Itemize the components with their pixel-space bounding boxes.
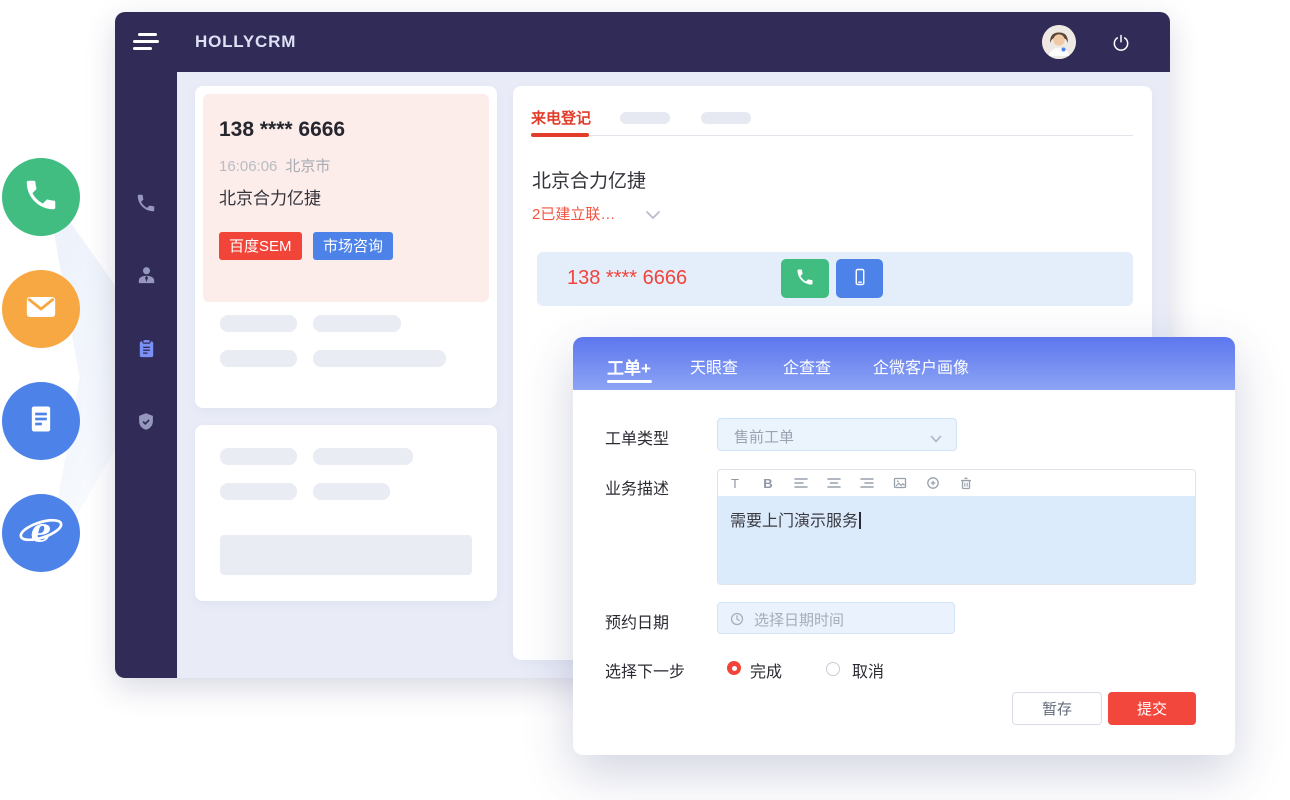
date-placeholder: 选择日期时间 [754, 609, 844, 630]
register-company: 北京合力亿捷 [532, 166, 646, 193]
register-phone-number: 138 **** 6666 [567, 267, 687, 290]
clipboard-icon [135, 337, 158, 365]
call-icon [795, 267, 815, 290]
incoming-call-card: 138 **** 6666 16:06:06 北京市 北京合力亿捷 百度SEM 市… [195, 86, 497, 408]
field-label-type: 工单类型 [605, 425, 669, 449]
clock-icon [730, 612, 744, 631]
radio-cancel-label[interactable]: 取消 [852, 658, 884, 682]
phone-action-bar: 138 **** 6666 [537, 252, 1133, 306]
call-city: 北京市 [285, 158, 330, 175]
save-draft-button[interactable]: 暂存 [1012, 692, 1102, 725]
radio-complete-label[interactable]: 完成 [750, 658, 782, 682]
workorder-popup: 工单+ 天眼查 企查查 企微客户画像 工单类型 售前工单 业务描述 T B [573, 337, 1235, 755]
divider [531, 135, 1133, 136]
call-meta: 16:06:06 北京市 [219, 155, 473, 176]
tab-tianyancha[interactable]: 天眼查 [690, 354, 738, 378]
field-label-desc: 业务描述 [605, 475, 669, 499]
placeholder-bar [313, 350, 446, 367]
active-tab-underline [531, 133, 589, 137]
placeholder-bar [313, 315, 401, 332]
editor-toolbar: T B [718, 470, 1195, 496]
submit-button[interactable]: 提交 [1108, 692, 1196, 725]
relation-status[interactable]: 2已建立联… [532, 203, 615, 224]
radio-cancel[interactable] [826, 662, 840, 676]
placeholder-bar [220, 350, 297, 367]
chevron-down-icon [930, 431, 942, 449]
active-tab-underline [607, 380, 652, 383]
caller-number: 138 **** 6666 [219, 118, 473, 142]
description-textarea[interactable]: 需要上门演示服务 [718, 496, 1195, 585]
app-title: HOLLYCRM [195, 32, 296, 52]
secondary-card [195, 425, 497, 601]
phone-icon [22, 176, 60, 219]
topbar: HOLLYCRM [115, 12, 1170, 72]
align-left-icon[interactable] [794, 476, 808, 490]
placeholder-bar [220, 448, 297, 465]
sidebar-item-security[interactable] [115, 404, 177, 444]
image-icon[interactable] [893, 476, 907, 490]
placeholder-bar [220, 315, 297, 332]
workorder-type-select[interactable]: 售前工单 [717, 418, 957, 451]
mail-icon [21, 287, 61, 332]
mobile-call-button[interactable] [836, 259, 883, 298]
zoom-in-icon[interactable] [926, 476, 940, 490]
text-cursor [859, 512, 861, 529]
chevron-down-icon[interactable] [645, 207, 661, 225]
tag-baidu-sem: 百度SEM [219, 232, 302, 260]
align-center-icon[interactable] [827, 476, 841, 490]
svg-text:e: e [31, 510, 52, 549]
field-label-date: 预约日期 [605, 609, 669, 633]
placeholder-block [220, 535, 472, 575]
tab-qichacha[interactable]: 企查查 [783, 354, 831, 378]
launcher-browser-button[interactable]: e [2, 494, 80, 572]
tab-placeholder[interactable] [620, 112, 670, 124]
phone-icon [135, 192, 157, 219]
tab-wecom-profile[interactable]: 企微客户画像 [873, 354, 969, 378]
placeholder-bar [313, 483, 390, 500]
call-button[interactable] [781, 259, 829, 298]
field-label-next-step: 选择下一步 [605, 658, 685, 682]
contacts-icon [135, 264, 158, 292]
tag-list: 百度SEM 市场咨询 [219, 232, 473, 260]
ie-browser-icon: e [18, 508, 64, 559]
trash-icon[interactable] [959, 476, 973, 490]
call-info-panel: 138 **** 6666 16:06:06 北京市 北京合力亿捷 百度SEM 市… [203, 94, 489, 302]
popup-header: 工单+ 天眼查 企查查 企微客户画像 [573, 337, 1235, 390]
caller-company: 北京合力亿捷 [219, 184, 473, 209]
align-right-icon[interactable] [860, 476, 874, 490]
workorder-type-value: 售前工单 [734, 426, 794, 447]
launcher-form-button[interactable] [2, 382, 80, 460]
call-time: 16:06:06 [219, 158, 277, 175]
placeholder-bar [220, 483, 297, 500]
document-icon [21, 399, 61, 444]
radio-complete[interactable] [727, 661, 741, 675]
description-text: 需要上门演示服务 [730, 513, 858, 530]
mobile-icon [850, 267, 870, 290]
placeholder-bar [313, 448, 413, 465]
date-picker-input[interactable]: 选择日期时间 [717, 602, 955, 634]
launcher-phone-button[interactable] [2, 158, 80, 236]
tag-market-inquiry: 市场咨询 [313, 232, 393, 260]
sidebar-item-workorders[interactable] [115, 331, 177, 371]
page: e HOLLYCRM [0, 0, 1290, 800]
tab-placeholder[interactable] [701, 112, 751, 124]
sidebar-item-contacts[interactable] [115, 258, 177, 298]
shield-icon [135, 411, 157, 438]
sidebar-item-calls[interactable] [115, 185, 177, 225]
sidebar [115, 72, 177, 678]
description-editor: T B 需要上门演示服务 [717, 469, 1196, 585]
tab-call-register[interactable]: 来电登记 [531, 107, 591, 128]
menu-icon[interactable] [133, 33, 161, 51]
avatar[interactable] [1042, 25, 1076, 59]
launcher-mail-button[interactable] [2, 270, 80, 348]
tab-workorder[interactable]: 工单+ [607, 354, 651, 379]
power-icon[interactable] [1111, 33, 1131, 53]
text-format-icon[interactable]: T [728, 476, 742, 490]
bold-icon[interactable]: B [761, 476, 775, 490]
